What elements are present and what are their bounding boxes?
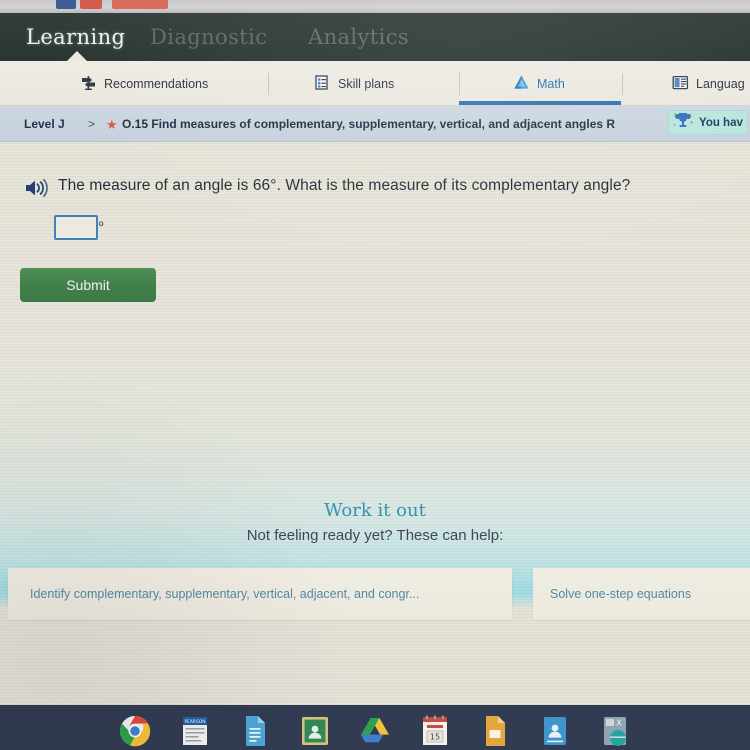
chrome-icon[interactable]	[118, 714, 152, 748]
pearson-icon[interactable]: PEARSON	[178, 714, 212, 748]
google-docs-icon[interactable]	[238, 714, 272, 748]
svg-text:X: X	[616, 719, 622, 728]
browser-tab[interactable]	[80, 0, 102, 9]
svg-text:15: 15	[430, 733, 440, 742]
trophy-icon	[671, 110, 695, 136]
tab-skill-plans[interactable]: Skill plans	[315, 72, 394, 96]
checklist-icon	[315, 74, 331, 94]
section-tab-bar: Recommendations Skill plans Math Languag	[0, 61, 750, 106]
work-it-out-title: Work it out	[324, 500, 426, 521]
nav-item-diagnostic[interactable]: Diagnostic	[150, 25, 267, 49]
breadcrumb-level[interactable]: Level J	[24, 117, 65, 131]
tab-recommendations-label: Recommendations	[104, 77, 209, 91]
help-card-label: Solve one-step equations	[550, 587, 692, 601]
degree-symbol: º	[99, 219, 104, 233]
classroom-blue-icon[interactable]	[538, 714, 572, 748]
award-badge-text: You hav	[699, 116, 743, 129]
nav-item-analytics[interactable]: Analytics	[308, 25, 409, 49]
question-page	[0, 142, 750, 705]
work-it-out-subtitle: Not feeling ready yet? These can help:	[246, 527, 504, 544]
math-prism-icon	[513, 74, 530, 94]
screen: Learning Diagnostic Analytics Recommenda…	[0, 0, 750, 750]
google-slides-icon[interactable]	[478, 714, 512, 748]
google-classroom-icon[interactable]	[298, 714, 332, 748]
google-drive-icon[interactable]	[358, 714, 392, 748]
nav-item-learning[interactable]: Learning	[26, 25, 125, 49]
open-book-icon	[672, 74, 689, 94]
active-tab-underline	[459, 101, 621, 105]
browser-tab-strip[interactable]	[0, 0, 750, 13]
question-text: The measure of an angle is 66°. What is …	[58, 177, 631, 194]
browser-tab[interactable]	[56, 0, 76, 9]
help-card-label: Identify complementary, supplementary, v…	[30, 587, 420, 601]
help-card-identify-angles[interactable]: Identify complementary, supplementary, v…	[8, 568, 512, 620]
top-navigation-bar: Learning Diagnostic Analytics	[0, 13, 750, 62]
breadcrumb-skill-title: O.15 Find measures of complementary, sup…	[122, 117, 616, 131]
tab-divider	[268, 73, 269, 95]
tab-math-label: Math	[537, 77, 565, 91]
excel-teal-icon[interactable]: X	[598, 714, 632, 748]
signpost-icon	[80, 74, 97, 94]
breadcrumb-bar: Level J > ★ O.15 Find measures of comple…	[0, 106, 750, 142]
tab-divider	[622, 73, 623, 95]
tab-skill-plans-label: Skill plans	[338, 77, 395, 91]
award-badge[interactable]: You hav	[668, 110, 748, 135]
answer-input[interactable]	[54, 215, 98, 240]
tab-language-arts-label: Languag	[696, 77, 745, 91]
tab-language-arts[interactable]: Languag	[672, 72, 745, 96]
svg-text:PEARSON: PEARSON	[184, 719, 205, 725]
help-card-solve-equations[interactable]: Solve one-step equations	[533, 568, 750, 620]
taskbar-dock: PEARSON 15 X	[0, 705, 750, 750]
screen-scanlines	[0, 142, 750, 705]
speaker-icon[interactable]	[24, 178, 50, 198]
tab-recommendations[interactable]: Recommendations	[80, 72, 208, 96]
tab-divider	[459, 73, 460, 95]
submit-button[interactable]: Submit	[20, 268, 156, 302]
calendar-icon[interactable]: 15	[418, 714, 452, 748]
breadcrumb-separator: >	[88, 117, 96, 131]
tab-math[interactable]: Math	[513, 72, 565, 96]
star-icon: ★	[106, 117, 118, 132]
browser-tab[interactable]	[112, 0, 168, 9]
